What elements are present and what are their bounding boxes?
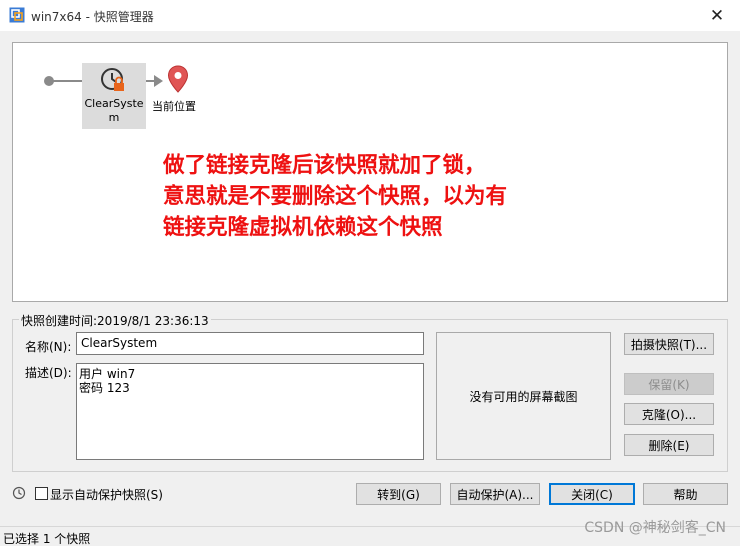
snapshot-node-clearsystem[interactable]: ClearSystem xyxy=(82,63,146,129)
help-button[interactable]: 帮助 xyxy=(643,483,728,505)
no-screenshot-text: 没有可用的屏幕截图 xyxy=(469,389,578,404)
show-autoprotect-label[interactable]: 显示自动保护快照(S) xyxy=(50,486,163,503)
annotation-line: 意思就是不要删除这个快照，以为有 xyxy=(163,184,508,209)
description-field[interactable]: 用户 win7 密码 123 xyxy=(76,363,424,460)
connector-arrow xyxy=(154,75,163,87)
close-button[interactable]: 关闭(C) xyxy=(549,483,635,505)
show-autoprotect-checkbox[interactable] xyxy=(35,487,48,500)
created-time-legend: 快照创建时间:2019/8/1 23:36:13 xyxy=(19,312,211,329)
vmware-icon xyxy=(9,7,25,23)
location-pin-icon[interactable] xyxy=(167,65,189,93)
delete-button[interactable]: 删除(E) xyxy=(624,434,714,456)
window-title: win7x64 - 快照管理器 xyxy=(31,10,154,24)
goto-button[interactable]: 转到(G) xyxy=(356,483,441,505)
description-label: 描述(D): xyxy=(25,366,72,380)
history-icon xyxy=(12,486,26,500)
annotation-text: 做了链接克隆后该快照就加了锁， 意思就是不要删除这个快照，以为有 链接克隆虚拟机… xyxy=(163,150,507,243)
status-text: 已选择 1 个快照 xyxy=(3,532,91,546)
close-icon[interactable]: ✕ xyxy=(694,0,740,31)
clock-icon xyxy=(101,68,124,91)
take-snapshot-button[interactable]: 拍摄快照(T)... xyxy=(624,333,714,355)
annotation-line: 做了链接克隆后该快照就加了锁， xyxy=(163,153,486,178)
lock-icon xyxy=(114,76,124,91)
snapshot-label: ClearSystem xyxy=(84,97,144,124)
clone-button[interactable]: 克隆(O)... xyxy=(624,403,714,425)
current-location-label: 当前位置 xyxy=(152,100,196,113)
autoprotect-button[interactable]: 自动保护(A)... xyxy=(450,483,540,505)
annotation-line: 链接克隆虚拟机依赖这个快照 xyxy=(163,215,443,240)
screenshot-preview: 没有可用的屏幕截图 xyxy=(436,332,611,460)
name-field[interactable]: ClearSystem xyxy=(76,332,424,355)
keep-button[interactable]: 保留(K) xyxy=(624,373,714,395)
name-label: 名称(N): xyxy=(25,340,72,354)
title-bar: win7x64 - 快照管理器 ✕ xyxy=(0,0,740,31)
watermark: CSDN @神秘剑客_CN xyxy=(584,520,726,536)
snapshot-tree[interactable]: ClearSystem 当前位置 做了链接克隆后该快照就加了锁， 意思就是不要删… xyxy=(12,42,728,302)
snapshot-details-group: 快照创建时间:2019/8/1 23:36:13 名称(N): ClearSys… xyxy=(12,312,728,472)
